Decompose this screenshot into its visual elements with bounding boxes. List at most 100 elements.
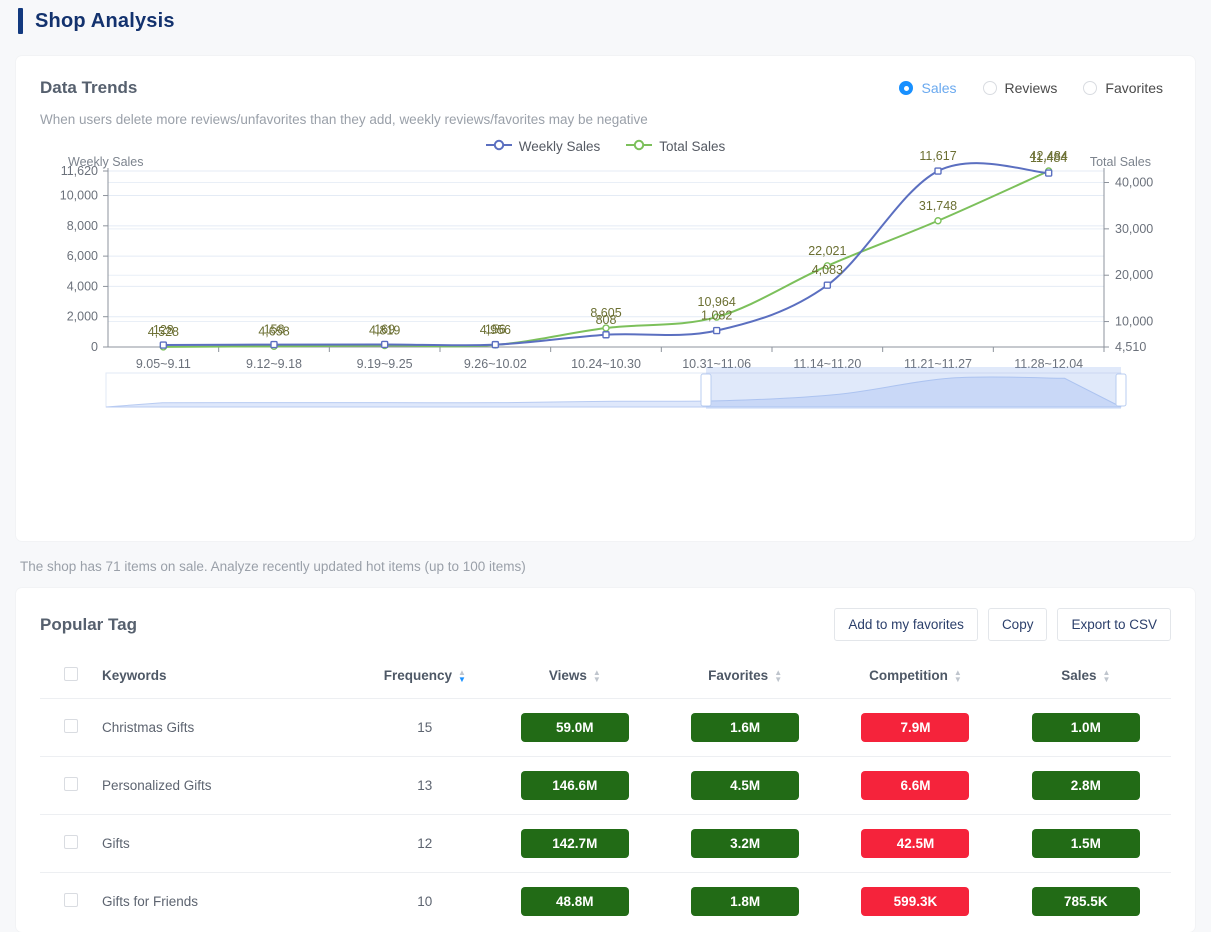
svg-text:40,000: 40,000 — [1115, 176, 1153, 190]
sales-badge: 2.8M — [1032, 771, 1140, 800]
right-axis-name: Total Sales — [1090, 155, 1151, 169]
radio-sales[interactable]: Sales — [899, 80, 956, 96]
cell-favorites: 3.2M — [660, 815, 830, 873]
svg-text:6,000: 6,000 — [67, 249, 98, 263]
cell-views: 48.8M — [490, 873, 660, 931]
cell-competition: 599.3K — [830, 873, 1000, 931]
column-views[interactable]: Views▲▼ — [490, 657, 660, 699]
sort-arrows-icon[interactable]: ▲▼ — [593, 669, 601, 683]
svg-text:4,083: 4,083 — [812, 263, 843, 277]
legend-item-total-sales[interactable]: Total Sales — [626, 139, 725, 154]
radio-reviews[interactable]: Reviews — [983, 80, 1058, 96]
cell-competition: 42.5M — [830, 815, 1000, 873]
add-to-favorites-button[interactable]: Add to my favorites — [834, 608, 978, 641]
svg-text:4,000: 4,000 — [67, 279, 98, 293]
svg-text:158: 158 — [264, 323, 285, 337]
svg-text:10,000: 10,000 — [1115, 315, 1153, 329]
popular-tag-table: Keywords Frequency ▲▼ Views▲▼ Favorites▲▼… — [40, 657, 1171, 930]
chart-note: When users delete more reviews/unfavorit… — [16, 98, 1195, 127]
svg-text:30,000: 30,000 — [1115, 222, 1153, 236]
shop-items-note: The shop has 71 items on sale. Analyze r… — [0, 541, 1211, 574]
cell-frequency: 10 — [360, 873, 490, 931]
svg-text:4,510: 4,510 — [1115, 340, 1146, 354]
copy-button[interactable]: Copy — [988, 608, 1048, 641]
svg-text:1,082: 1,082 — [701, 309, 732, 323]
chart-canvas[interactable]: 02,0004,0006,0008,00010,00011,6204,51010… — [16, 131, 1195, 541]
column-keywords: Keywords — [102, 657, 360, 699]
row-checkbox-cell — [40, 873, 102, 931]
views-badge: 48.8M — [521, 887, 629, 916]
cell-sales: 2.8M — [1001, 757, 1171, 815]
svg-text:9.05~9.11: 9.05~9.11 — [136, 357, 191, 371]
sort-arrows-icon[interactable]: ▲▼ — [1102, 669, 1110, 683]
svg-text:169: 169 — [374, 322, 395, 336]
column-label: Frequency — [384, 668, 452, 683]
favorites-badge: 4.5M — [691, 771, 799, 800]
svg-text:128: 128 — [153, 323, 174, 337]
chart-legend: Weekly Sales Total Sales — [16, 139, 1195, 154]
row-checkbox[interactable] — [64, 835, 78, 849]
trends-chart[interactable]: Weekly Sales Total Sales Weekly Sales To… — [16, 131, 1195, 541]
column-label: Competition — [869, 668, 948, 683]
svg-text:10.24~10.30: 10.24~10.30 — [571, 357, 641, 371]
competition-badge: 6.6M — [861, 771, 969, 800]
radio-favorites[interactable]: Favorites — [1083, 80, 1163, 96]
competition-badge: 599.3K — [861, 887, 969, 916]
sort-arrows-icon[interactable]: ▲▼ — [774, 669, 782, 683]
legend-line-icon — [626, 139, 652, 154]
export-csv-button[interactable]: Export to CSV — [1057, 608, 1171, 641]
page-header: Shop Analysis — [0, 0, 1211, 42]
svg-text:31,748: 31,748 — [919, 199, 957, 213]
radio-dot-icon — [899, 81, 913, 95]
competition-badge: 7.9M — [861, 713, 969, 742]
cell-sales: 1.0M — [1001, 699, 1171, 757]
svg-text:156: 156 — [485, 323, 506, 337]
table-row[interactable]: Gifts for Friends10 48.8M 1.8M 599.3K 785.5K — [40, 873, 1171, 931]
radio-favorites-label: Favorites — [1105, 80, 1163, 96]
title-accent-bar — [18, 8, 23, 34]
page-title: Shop Analysis — [35, 10, 175, 33]
cell-views: 146.6M — [490, 757, 660, 815]
column-sales[interactable]: Sales▲▼ — [1001, 657, 1171, 699]
cell-views: 142.7M — [490, 815, 660, 873]
popular-tag-title: Popular Tag — [40, 615, 137, 635]
row-checkbox[interactable] — [64, 777, 78, 791]
column-favorites[interactable]: Favorites▲▼ — [660, 657, 830, 699]
sort-arrows-icon[interactable]: ▲▼ — [954, 669, 962, 683]
row-checkbox[interactable] — [64, 893, 78, 907]
svg-text:20,000: 20,000 — [1115, 268, 1153, 282]
svg-text:10,000: 10,000 — [60, 189, 98, 203]
svg-text:9.26~10.02: 9.26~10.02 — [464, 357, 527, 371]
cell-sales: 1.5M — [1001, 815, 1171, 873]
column-competition[interactable]: Competition ▲▼ — [830, 657, 1000, 699]
favorites-badge: 1.8M — [691, 887, 799, 916]
row-checkbox[interactable] — [64, 719, 78, 733]
column-label: Keywords — [102, 668, 167, 683]
column-frequency[interactable]: Frequency ▲▼ — [360, 657, 490, 699]
cell-sales: 785.5K — [1001, 873, 1171, 931]
views-badge: 146.6M — [521, 771, 629, 800]
competition-badge: 42.5M — [861, 829, 969, 858]
sales-badge: 785.5K — [1032, 887, 1140, 916]
row-checkbox-cell — [40, 699, 102, 757]
svg-text:10,964: 10,964 — [698, 295, 736, 309]
cell-frequency: 12 — [360, 815, 490, 873]
row-checkbox-cell — [40, 815, 102, 873]
sort-arrows-icon[interactable]: ▲▼ — [458, 669, 466, 683]
svg-text:0: 0 — [91, 340, 98, 354]
select-all-checkbox[interactable] — [64, 667, 78, 681]
cell-frequency: 13 — [360, 757, 490, 815]
table-row[interactable]: Personalized Gifts13146.6M4.5M6.6M2.8M — [40, 757, 1171, 815]
views-badge: 142.7M — [521, 829, 629, 858]
cell-frequency: 15 — [360, 699, 490, 757]
cell-keyword: Gifts for Friends — [102, 873, 360, 931]
data-trends-header: Data Trends Sales Reviews Favorites — [16, 56, 1195, 98]
legend-item-weekly-sales[interactable]: Weekly Sales — [486, 139, 601, 154]
table-row[interactable]: Christmas Gifts1559.0M1.6M7.9M1.0M — [40, 699, 1171, 757]
data-trends-card: Data Trends Sales Reviews Favorites When… — [16, 56, 1195, 541]
table-header-row: Keywords Frequency ▲▼ Views▲▼ Favorites▲▼… — [40, 657, 1171, 699]
svg-text:2,000: 2,000 — [67, 310, 98, 324]
cell-favorites: 4.5M — [660, 757, 830, 815]
table-row[interactable]: Gifts12142.7M3.2M42.5M1.5M — [40, 815, 1171, 873]
cell-favorites: 1.6M — [660, 699, 830, 757]
